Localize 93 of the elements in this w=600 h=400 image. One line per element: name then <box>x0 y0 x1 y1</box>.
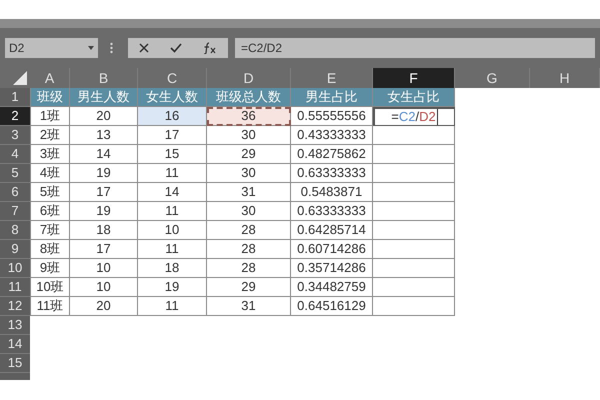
table-cell: 0.35714286 <box>291 259 373 278</box>
column-header[interactable]: F <box>373 68 455 88</box>
referenced-cell: 16 <box>138 107 207 126</box>
row-header <box>0 373 30 380</box>
table-cell: 0.64285714 <box>291 221 373 240</box>
column-title-cell: 班级总人数 <box>207 88 291 107</box>
table-cell: 0.60714286 <box>291 240 373 259</box>
table-cell: 17 <box>70 240 138 259</box>
table-cell: 10 <box>70 278 138 297</box>
row-header[interactable]: 8 <box>0 221 30 240</box>
row-header[interactable]: 11 <box>0 278 30 297</box>
table-cell: 28 <box>207 221 291 240</box>
table-cell: 11班 <box>31 297 70 316</box>
table-cell: 30 <box>207 164 291 183</box>
row-header[interactable]: 2 <box>0 107 30 126</box>
column-title-cell: 班级 <box>31 88 70 107</box>
table-cell: 19 <box>70 202 138 221</box>
table-cell: 8班 <box>31 240 70 259</box>
column-title-cell: 女生占比 <box>373 88 455 107</box>
table-cell: 19 <box>70 164 138 183</box>
table-cell: 14 <box>138 183 207 202</box>
column-header[interactable]: H <box>530 68 600 88</box>
column-title-cell: 男生占比 <box>291 88 373 107</box>
table-cell: 28 <box>207 259 291 278</box>
table-cell: 0.63333333 <box>291 202 373 221</box>
table-cell: 0.43333333 <box>291 126 373 145</box>
column-title-cell: 男生人数 <box>70 88 138 107</box>
table-cell: 13 <box>70 126 138 145</box>
table-cell: 29 <box>207 278 291 297</box>
table-cell: 11 <box>138 202 207 221</box>
close-icon[interactable] <box>138 43 149 53</box>
table-cell: 0.5483871 <box>291 183 373 202</box>
referenced-cell: 36 <box>207 107 291 126</box>
table-cell: 17 <box>138 126 207 145</box>
row-header[interactable]: 12 <box>0 297 30 316</box>
select-all-icon[interactable] <box>13 71 27 85</box>
name-box[interactable]: D2 <box>5 38 98 58</box>
table-cell: 6班 <box>31 202 70 221</box>
table-cell: 14 <box>70 145 138 164</box>
row-header[interactable]: 6 <box>0 183 30 202</box>
table-cell: 29 <box>207 145 291 164</box>
table-cell: 0.55555556 <box>291 107 373 126</box>
table-cell: 5班 <box>31 183 70 202</box>
checkmark-icon[interactable] <box>170 43 182 53</box>
table-cell: 4班 <box>31 164 70 183</box>
more-options-icon <box>110 42 113 54</box>
formula-part: / <box>415 108 420 126</box>
editing-cell[interactable]: =C2/D2 <box>373 107 455 126</box>
table-cell: 0.64516129 <box>291 297 373 316</box>
table-cell: 0.48275862 <box>291 145 373 164</box>
formula-part: D2 <box>419 108 436 126</box>
table-cell: 20 <box>70 297 138 316</box>
table-cell: 30 <box>207 202 291 221</box>
table-cell: 28 <box>207 240 291 259</box>
table-cell: 11 <box>138 240 207 259</box>
table-cell: 10班 <box>31 278 70 297</box>
row-header[interactable]: 1 <box>0 88 30 107</box>
table-cell: 11 <box>138 164 207 183</box>
table-cell: 19 <box>138 278 207 297</box>
dropdown-icon <box>88 46 94 50</box>
row-header[interactable]: 5 <box>0 164 30 183</box>
formula-field[interactable]: =C2/D2 <box>235 38 595 58</box>
table-cell: 1班 <box>31 107 70 126</box>
row-header[interactable]: 15 <box>0 354 30 373</box>
row-header[interactable]: 10 <box>0 259 30 278</box>
row-header[interactable]: 9 <box>0 240 30 259</box>
row-header[interactable]: 4 <box>0 145 30 164</box>
table-cell: 31 <box>207 297 291 316</box>
table-cell: 18 <box>138 259 207 278</box>
table-cell: 9班 <box>31 259 70 278</box>
column-header[interactable]: G <box>455 68 530 88</box>
row-header[interactable]: 7 <box>0 202 30 221</box>
row-header[interactable]: 3 <box>0 126 30 145</box>
table-cell: 10 <box>138 221 207 240</box>
function-icon[interactable] <box>203 42 218 54</box>
table-cell: 18 <box>70 221 138 240</box>
table-cell: 15 <box>138 145 207 164</box>
column-title-cell: 女生人数 <box>138 88 207 107</box>
table-cell: 2班 <box>31 126 70 145</box>
formula-part: = <box>391 108 399 126</box>
table-cell: 10 <box>70 259 138 278</box>
row-header[interactable]: 14 <box>0 335 30 354</box>
row-header[interactable]: 13 <box>0 316 30 335</box>
table-cell: 31 <box>207 183 291 202</box>
table-cell: 11 <box>138 297 207 316</box>
table-cell: 20 <box>70 107 138 126</box>
table-cell: 0.34482759 <box>291 278 373 297</box>
table-cell: 30 <box>207 126 291 145</box>
table-cell: 7班 <box>31 221 70 240</box>
table-cell: 17 <box>70 183 138 202</box>
formula-part: C2 <box>398 108 416 126</box>
table-cell: 0.63333333 <box>291 164 373 183</box>
table-cell: 3班 <box>31 145 70 164</box>
